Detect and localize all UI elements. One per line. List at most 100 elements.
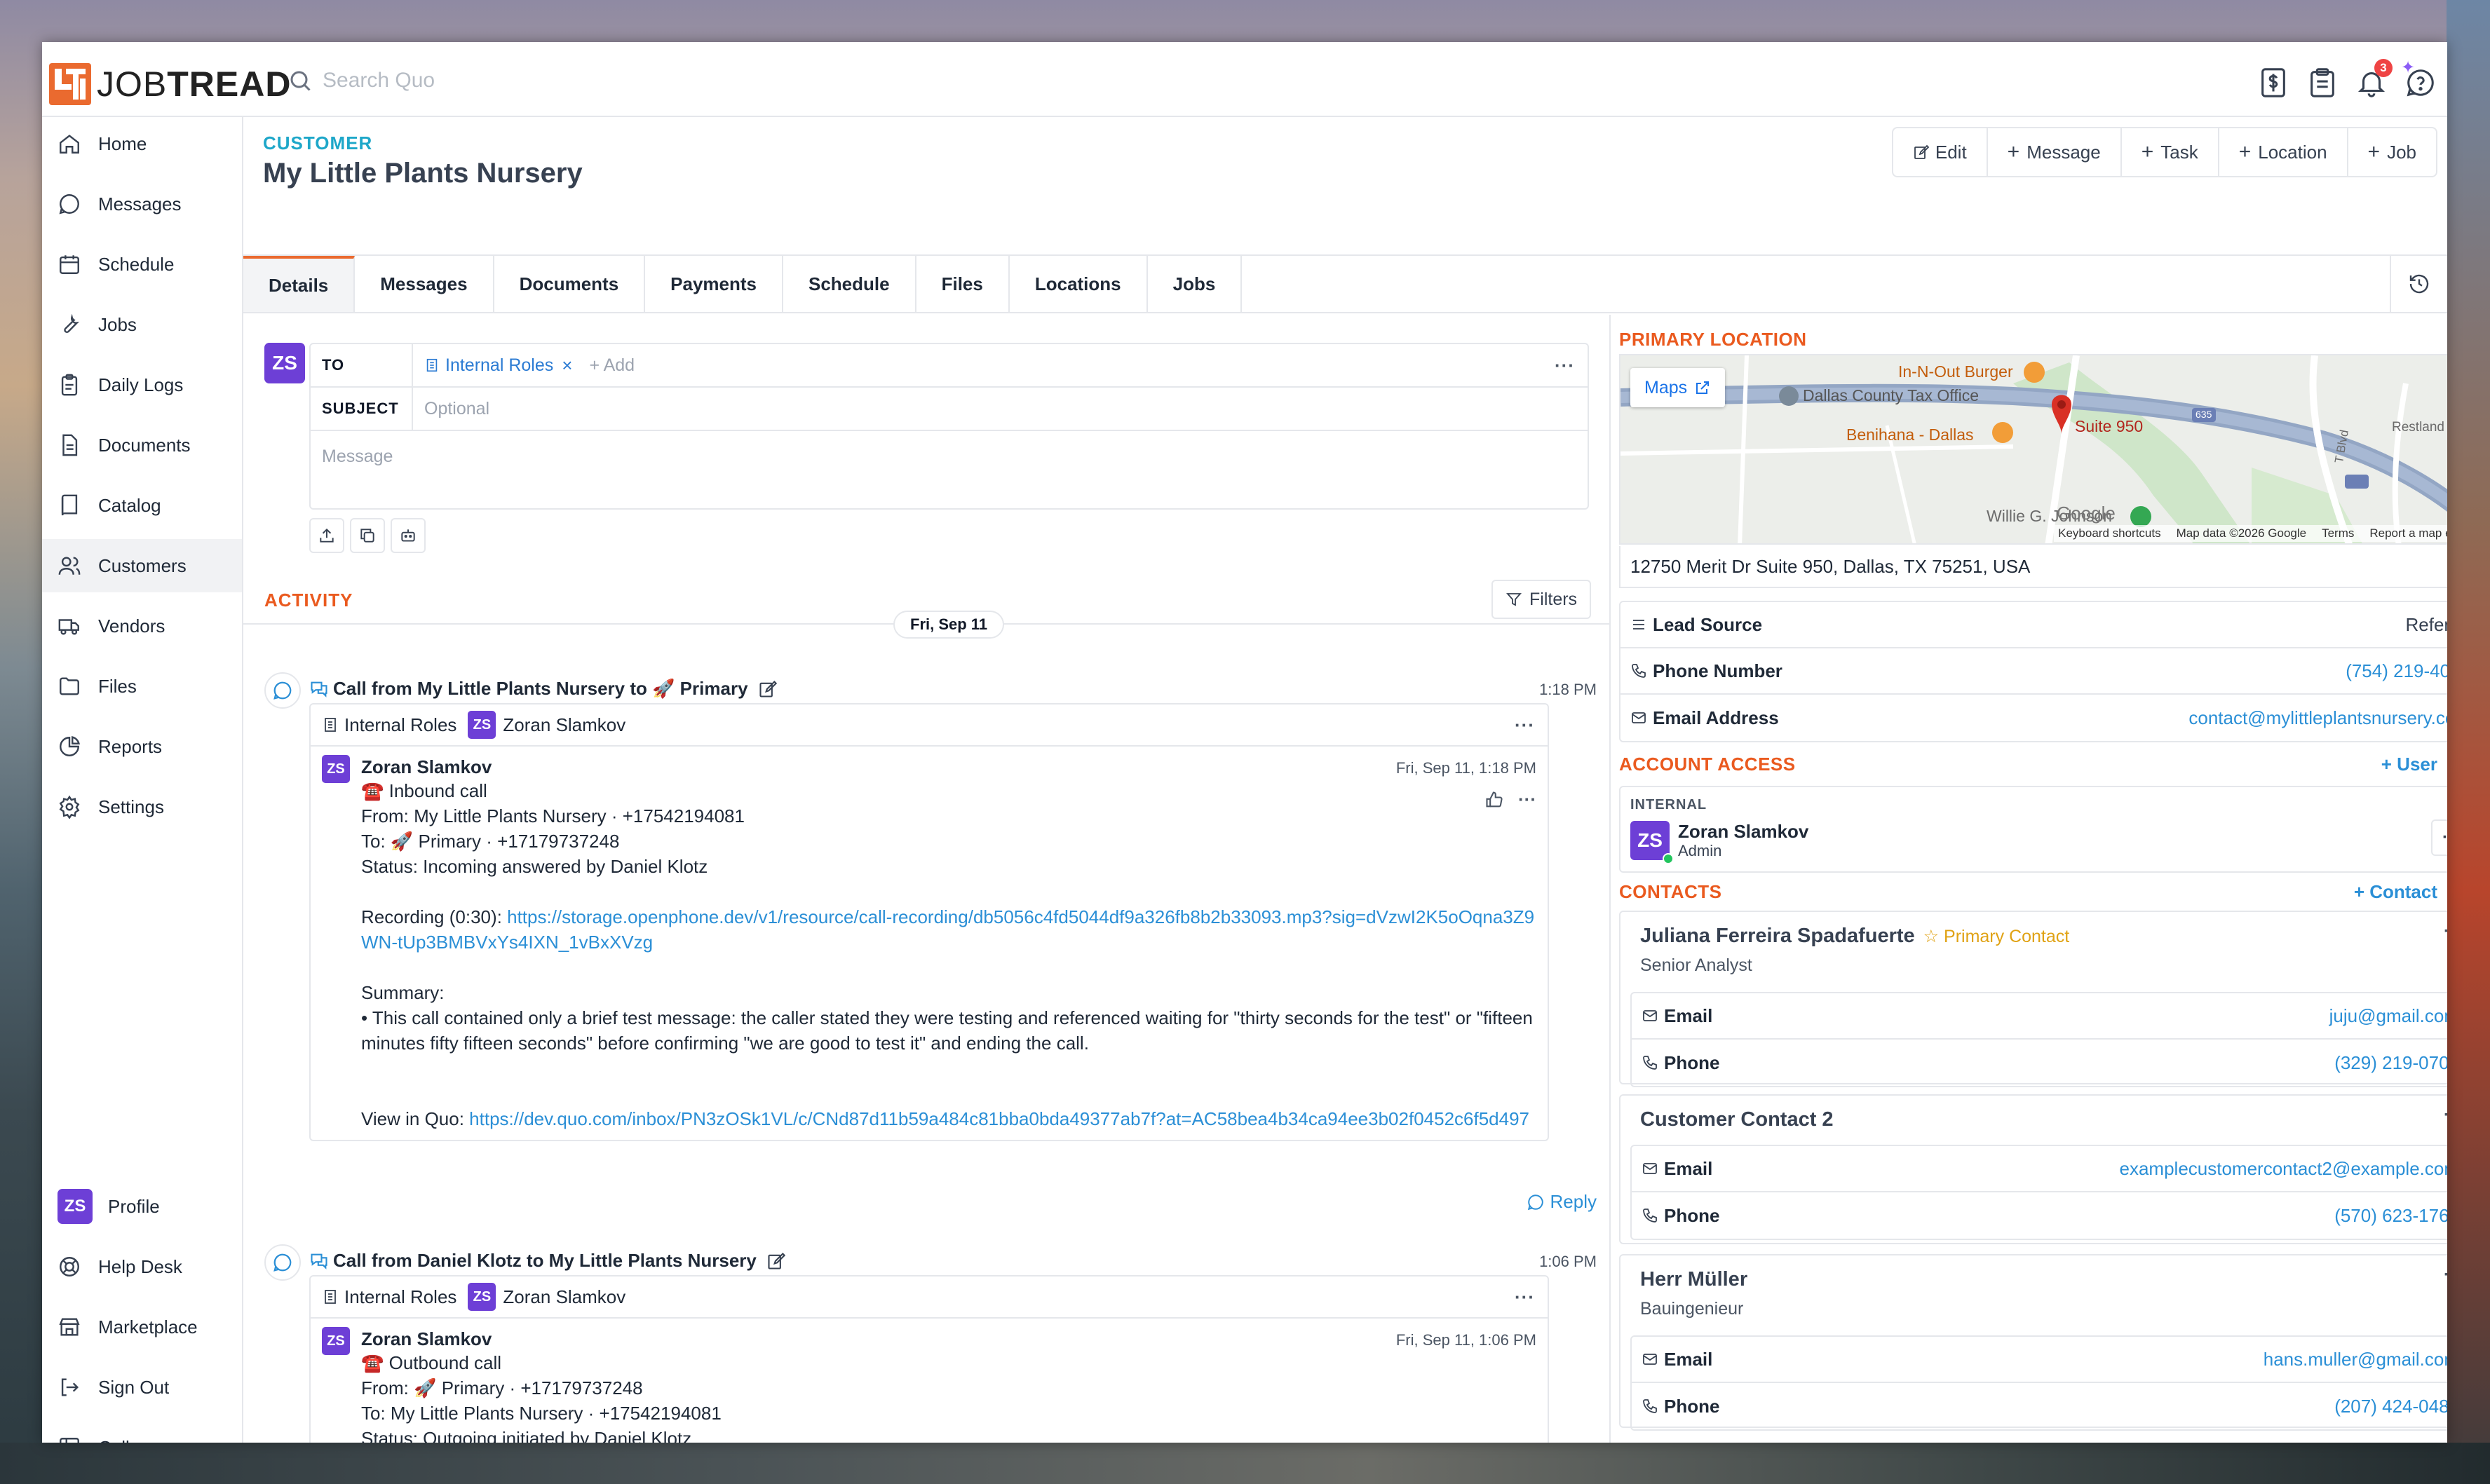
sidebar-item-files[interactable]: Files: [42, 660, 242, 713]
history-button[interactable]: [2390, 256, 2447, 312]
contact-email-link[interactable]: hans.muller@gmail.com: [2264, 1349, 2447, 1370]
breadcrumb[interactable]: CUSTOMER: [263, 132, 372, 154]
sidebar-item-schedule[interactable]: Schedule: [42, 238, 242, 291]
tab-details[interactable]: Details: [243, 256, 356, 312]
sidebar-item-vendors[interactable]: Vendors: [42, 599, 242, 653]
message-author: Zoran Slamkov: [361, 756, 492, 777]
billing-button[interactable]: [2256, 63, 2290, 102]
add-task-button[interactable]: + Task: [2120, 128, 2218, 176]
sidebar-item-documents[interactable]: Documents: [42, 418, 242, 472]
notification-badge: 3: [2374, 59, 2393, 77]
remove-recipient-icon[interactable]: ×: [562, 355, 572, 376]
tab-payments[interactable]: Payments: [645, 256, 783, 312]
activity-title[interactable]: Call from Daniel Klotz to My Little Plan…: [309, 1250, 790, 1272]
access-user-name: Zoran Slamkov: [1678, 821, 1809, 842]
sidebar-item-help-desk[interactable]: Help Desk: [42, 1240, 242, 1293]
open-in-maps-button[interactable]: Maps: [1630, 368, 1726, 407]
more-options-icon[interactable]: ···: [2444, 922, 2447, 941]
book-icon: [61, 494, 78, 516]
sidebar-item-sign-out[interactable]: Sign Out: [42, 1361, 242, 1414]
email-address-link[interactable]: contact@mylittleplantsnursery.com: [2188, 707, 2447, 729]
contact-phone-row: Phone (329) 219-0700: [1632, 1040, 2447, 1086]
sidebar-item-daily-logs[interactable]: Daily Logs: [42, 358, 242, 411]
subject-input[interactable]: Optional: [424, 399, 489, 419]
upload-button[interactable]: [309, 518, 344, 553]
recipient-chip[interactable]: Internal Roles ×: [424, 355, 572, 376]
terms-link[interactable]: Terms: [2322, 526, 2354, 540]
location-map[interactable]: Maps In-N-Out Burger Dallas County Tax O…: [1619, 354, 2447, 545]
sidebar-item-customers[interactable]: Customers: [42, 539, 242, 592]
more-options-icon[interactable]: ···: [1515, 1286, 1535, 1308]
sidebar-item-catalog[interactable]: Catalog: [42, 479, 242, 532]
tab-files[interactable]: Files: [916, 256, 1010, 312]
more-options-icon[interactable]: ···: [2444, 1265, 2447, 1285]
audience-label: Internal Roles: [344, 714, 457, 735]
copy-button[interactable]: [350, 518, 385, 553]
add-job-button[interactable]: + Job: [2346, 128, 2436, 176]
add-contact-button[interactable]: + Contact: [2354, 881, 2437, 903]
contact-email-link[interactable]: juju@gmail.com: [2329, 1005, 2447, 1027]
sidebar-item-reports[interactable]: Reports: [42, 720, 242, 773]
tab-documents[interactable]: Documents: [494, 256, 646, 312]
add-recipient-button[interactable]: + Add: [589, 355, 635, 376]
contact-email-link[interactable]: examplecustomercontact2@example.com: [2120, 1158, 2448, 1180]
view-in-quo-link[interactable]: https://dev.quo.com/inbox/PN3zOSk1VL/c/C…: [469, 1108, 1529, 1129]
sidebar-item-marketplace[interactable]: Marketplace: [42, 1300, 242, 1354]
tab-messages[interactable]: Messages: [355, 256, 494, 312]
tab-schedule[interactable]: Schedule: [783, 256, 916, 312]
add-location-button[interactable]: + Location: [2217, 128, 2347, 176]
contact-phone-link[interactable]: (207) 424-0486: [2334, 1396, 2447, 1417]
contact-email-row: Email hans.muller@gmail.com: [1632, 1337, 2447, 1383]
more-options-icon[interactable]: ···: [2444, 1105, 2447, 1125]
report-map-error-link[interactable]: Report a map error: [2369, 526, 2447, 540]
contact-name[interactable]: Herr Müller: [1640, 1268, 1747, 1291]
reply-button[interactable]: Reply: [1527, 1191, 1597, 1213]
activity-item: Call from My Little Plants Nursery to 🚀 …: [264, 672, 1597, 1219]
sparkle-icon: ✦: [2401, 58, 2416, 77]
ai-assist-button[interactable]: [391, 518, 426, 553]
folder-icon: [60, 677, 79, 695]
app-logo[interactable]: JOBTREAD: [49, 63, 291, 105]
keyboard-shortcuts-link[interactable]: Keyboard shortcuts: [2058, 526, 2160, 540]
contact-name[interactable]: Juliana Ferreira Spadafuerte ☆ Primary C…: [1640, 925, 2069, 948]
add-user-button[interactable]: + User: [2381, 754, 2437, 775]
sidebar-item-label: Settings: [98, 796, 164, 817]
clipboard-icon: [61, 374, 78, 396]
call-to: To: 🚀 Primary · +17179737248: [361, 831, 620, 852]
help-button[interactable]: ✦: [2401, 58, 2437, 102]
lead-source-row: Lead Source Referral: [1620, 602, 2447, 648]
tab-locations[interactable]: Locations: [1010, 256, 1148, 312]
activity-title[interactable]: Call from My Little Plants Nursery to 🚀 …: [309, 678, 782, 700]
more-options-button[interactable]: ···: [2431, 819, 2447, 856]
recording-link[interactable]: https://storage.openphone.dev/v1/resourc…: [361, 906, 1534, 953]
sidebar-item-jobs[interactable]: Jobs: [42, 298, 242, 351]
tab-jobs[interactable]: Jobs: [1148, 256, 1243, 312]
call-type: ☎️ Inbound call: [361, 780, 487, 801]
phone-number-link[interactable]: (754) 219-4081: [2346, 660, 2447, 682]
message-input[interactable]: Message: [322, 447, 393, 467]
edit-icon[interactable]: [766, 1251, 786, 1271]
sidebar-item-home[interactable]: Home: [42, 117, 242, 170]
edit-button[interactable]: Edit: [1893, 128, 1987, 176]
sidebar-item-settings[interactable]: Settings: [42, 780, 242, 833]
call-from: From: My Little Plants Nursery · +175421…: [361, 805, 745, 826]
sidebar-item-profile[interactable]: ZS Profile: [42, 1180, 242, 1233]
thumbs-up-icon[interactable]: [1484, 790, 1504, 810]
filters-button[interactable]: Filters: [1491, 580, 1592, 619]
sidebar-item-messages[interactable]: Messages: [42, 177, 242, 231]
tasks-button[interactable]: [2306, 63, 2339, 102]
sidebar-item-collapse[interactable]: Collapse: [42, 1421, 242, 1443]
more-options-icon[interactable]: ···: [1518, 789, 1536, 810]
search-input[interactable]: [323, 69, 743, 93]
contact-phone-link[interactable]: (570) 623-1762: [2334, 1205, 2447, 1227]
contact-name[interactable]: Customer Contact 2: [1640, 1108, 1834, 1131]
contact-details: Email juju@gmail.com Phone (329) 219-070…: [1630, 992, 2447, 1087]
search-bar[interactable]: [287, 63, 778, 98]
more-options-icon[interactable]: ···: [1515, 714, 1535, 736]
edit-icon[interactable]: [758, 679, 778, 699]
more-options-icon[interactable]: ···: [1555, 355, 1575, 376]
contact-phone-link[interactable]: (329) 219-0700: [2334, 1052, 2447, 1074]
sign-out-icon: [61, 1378, 79, 1396]
add-message-button[interactable]: + Message: [1986, 128, 2120, 176]
notifications-button[interactable]: 3: [2355, 59, 2393, 102]
